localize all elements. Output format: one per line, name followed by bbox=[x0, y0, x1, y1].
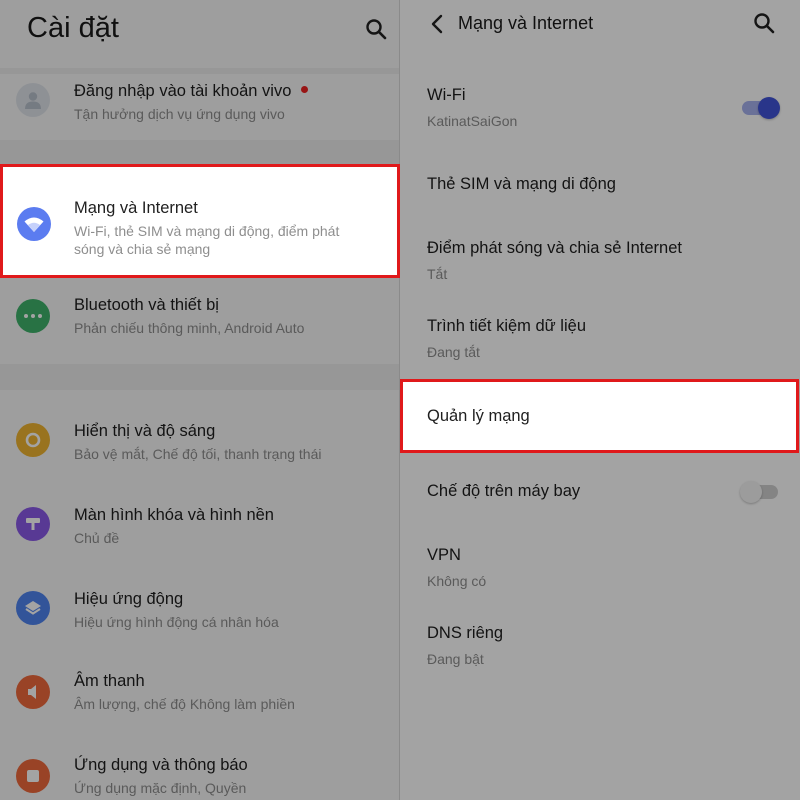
sidebar-item-bluetooth[interactable]: Bluetooth và thiết bị Phản chiếu thông m… bbox=[0, 282, 400, 352]
item-title: Điểm phát sóng và chia sẻ Internet bbox=[427, 239, 682, 257]
private-dns-item[interactable]: DNS riêng Đang bật bbox=[400, 612, 800, 678]
item-title: Màn hình khóa và hình nền bbox=[74, 506, 274, 524]
highlight-network-internet[interactable]: Mạng và Internet Wi-Fi, thẻ SIM và mạng … bbox=[0, 164, 400, 278]
more-dots-icon bbox=[16, 299, 50, 333]
item-subtitle: Ứng dụng mặc định, Quyền bbox=[74, 780, 247, 796]
account-subtitle: Tận hưởng dịch vụ ứng dụng vivo bbox=[74, 106, 285, 122]
item-subtitle: Wi-Fi, thẻ SIM và mạng di động, điểm phá… bbox=[74, 223, 340, 257]
network-header: Mạng và Internet bbox=[400, 0, 800, 48]
item-subtitle: Không có bbox=[427, 573, 487, 589]
item-subtitle: Đang bật bbox=[427, 651, 484, 667]
account-title: Đăng nhập vào tài khoản vivo bbox=[74, 82, 292, 100]
sidebar-item-lockscreen[interactable]: Màn hình khóa và hình nền Chủ đề bbox=[0, 490, 400, 560]
sidebar-item-sound[interactable]: Âm thanh Âm lượng, chế độ Không làm phiề… bbox=[0, 658, 400, 728]
wallpaper-icon bbox=[16, 507, 50, 541]
item-title: Wi-Fi bbox=[427, 86, 466, 104]
brightness-icon bbox=[16, 423, 50, 457]
sidebar-item-display[interactable]: Hiển thị và độ sáng Bảo vệ mắt, Chế độ t… bbox=[0, 406, 400, 476]
item-subtitle: KatinatSaiGon bbox=[427, 113, 518, 129]
airplane-mode-toggle[interactable] bbox=[740, 481, 778, 503]
item-subtitle: Tắt bbox=[427, 266, 448, 282]
item-title: Bluetooth và thiết bị bbox=[74, 296, 219, 314]
item-title: Hiển thị và độ sáng bbox=[74, 422, 216, 440]
item-title: Chế độ trên máy bay bbox=[427, 482, 581, 500]
wifi-item[interactable]: Wi-Fi KatinatSaiGon bbox=[400, 72, 800, 144]
item-title: DNS riêng bbox=[427, 624, 504, 642]
item-title: Trình tiết kiệm dữ liệu bbox=[427, 317, 586, 335]
wifi-icon bbox=[17, 207, 51, 241]
item-title: Thẻ SIM và mạng di động bbox=[427, 175, 616, 193]
highlight-network-management[interactable]: Quản lý mạng bbox=[400, 379, 799, 453]
account-login-item[interactable]: Đăng nhập vào tài khoản vivo Tận hưởng d… bbox=[0, 74, 400, 136]
search-icon[interactable] bbox=[752, 11, 776, 35]
avatar bbox=[16, 83, 50, 117]
notification-dot bbox=[301, 86, 309, 93]
speaker-icon bbox=[16, 675, 50, 709]
settings-header: Cài đặt bbox=[0, 0, 400, 62]
layers-icon bbox=[16, 591, 50, 625]
sidebar-item-apps[interactable]: Ứng dụng và thông báo Ứng dụng mặc định,… bbox=[0, 742, 400, 800]
page-title: Cài đặt bbox=[27, 12, 119, 44]
item-subtitle: Bảo vệ mắt, Chế độ tối, thanh trạng thái bbox=[74, 446, 322, 462]
item-title: Âm thanh bbox=[74, 672, 145, 690]
search-icon[interactable] bbox=[364, 17, 388, 41]
vpn-item[interactable]: VPN Không có bbox=[400, 534, 800, 600]
item-title: Hiệu ứng động bbox=[74, 590, 184, 608]
airplane-mode-item[interactable]: Chế độ trên máy bay bbox=[400, 470, 800, 512]
data-saver-item[interactable]: Trình tiết kiệm dữ liệu Đang tắt bbox=[400, 304, 800, 372]
item-subtitle: Phản chiếu thông minh, Android Auto bbox=[74, 320, 305, 336]
item-subtitle: Đang tắt bbox=[427, 344, 480, 360]
item-subtitle: Âm lượng, chế độ Không làm phiền bbox=[74, 696, 295, 712]
item-title: Quản lý mạng bbox=[427, 407, 530, 425]
page-title: Mạng và Internet bbox=[458, 13, 594, 33]
item-title: VPN bbox=[427, 546, 461, 564]
back-arrow-icon[interactable] bbox=[426, 12, 450, 36]
wifi-toggle[interactable] bbox=[742, 97, 780, 119]
settings-pane: Cài đặt Đăng nhập vào tài khoản vivo Tận… bbox=[0, 0, 400, 800]
item-subtitle: Hiệu ứng hình động cá nhân hóa bbox=[74, 614, 279, 630]
hotspot-item[interactable]: Điểm phát sóng và chia sẻ Internet Tắt bbox=[400, 226, 800, 294]
person-icon bbox=[25, 92, 41, 109]
sidebar-item-animation[interactable]: Hiệu ứng động Hiệu ứng hình động cá nhân… bbox=[0, 574, 400, 644]
apps-icon bbox=[16, 759, 50, 793]
item-subtitle: Chủ đề bbox=[74, 530, 120, 546]
sim-item[interactable]: Thẻ SIM và mạng di động bbox=[400, 160, 800, 210]
item-title: Ứng dụng và thông báo bbox=[74, 756, 248, 774]
item-title: Mạng và Internet bbox=[74, 199, 198, 217]
